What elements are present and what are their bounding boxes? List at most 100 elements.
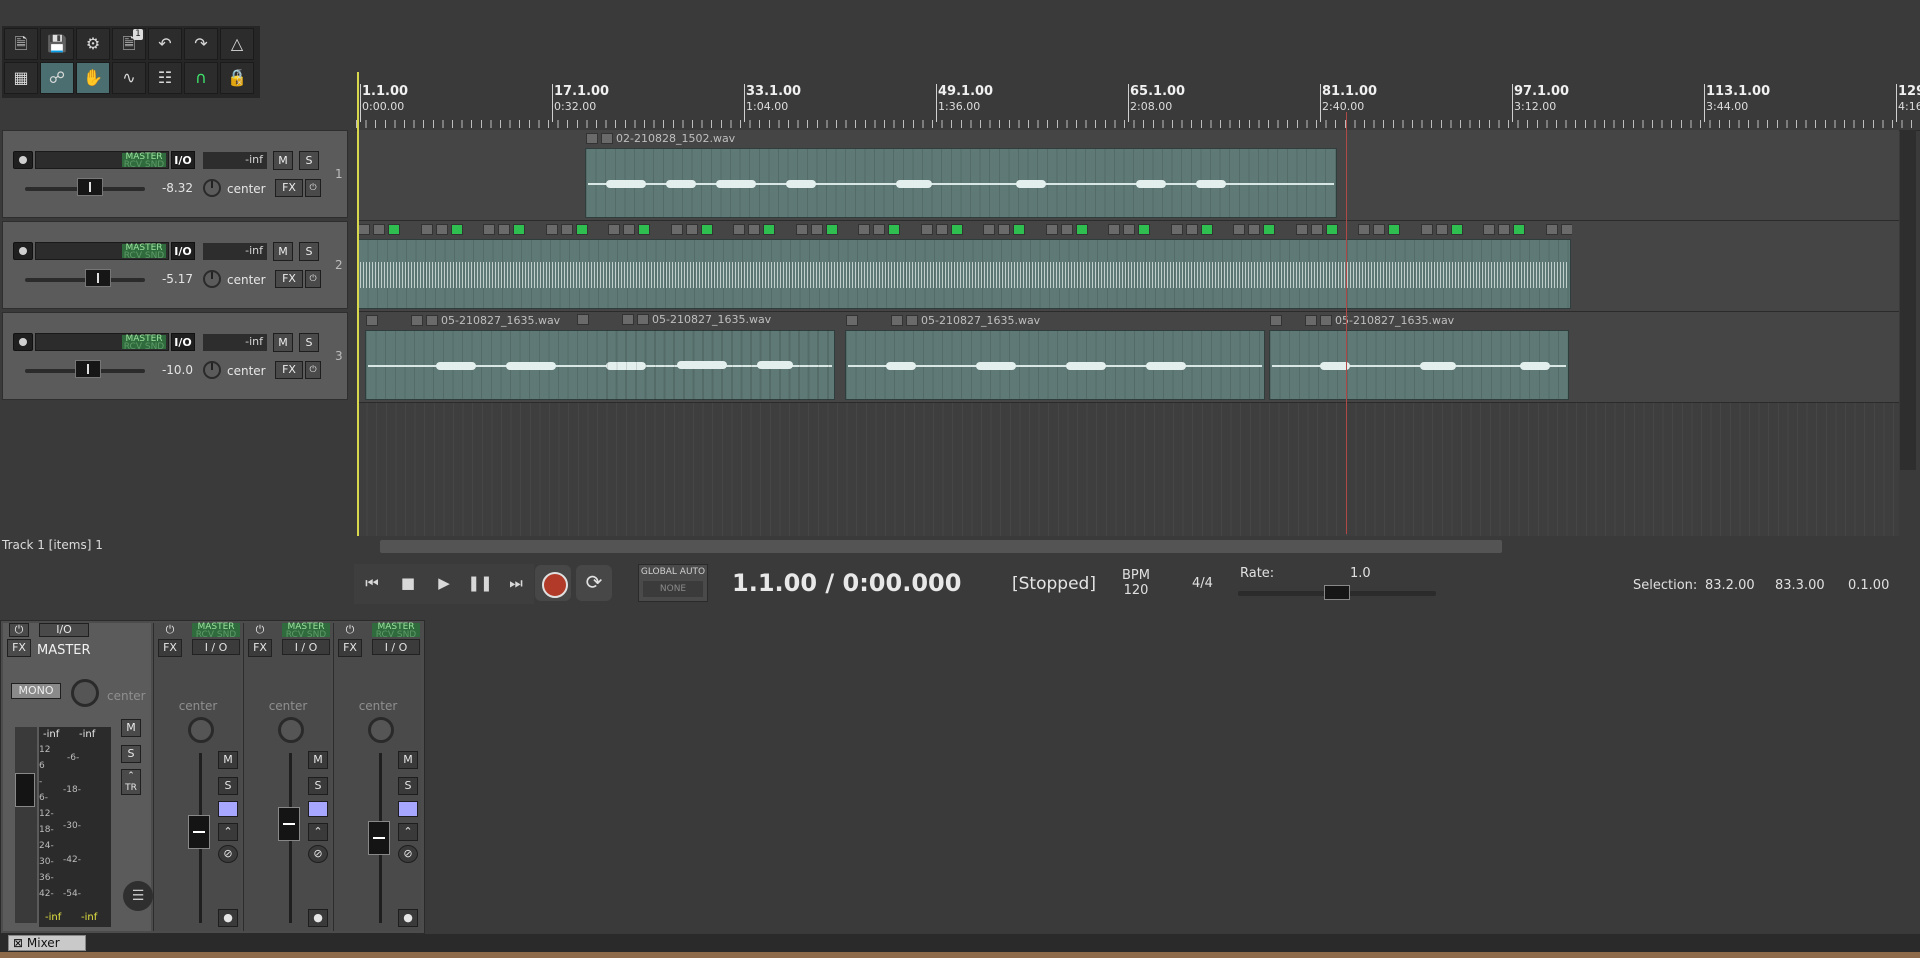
repeat-icon[interactable]: ⟳ [576,565,612,601]
notes-icon[interactable] [1320,315,1332,326]
io-button[interactable]: I/O [171,242,195,260]
track-panel-1[interactable]: MASTER RCV SND I/O -inf M S -8.32 center … [2,130,348,218]
notes-icon[interactable] [998,224,1010,235]
vertical-scrollbar[interactable] [1900,130,1916,470]
lock-icon[interactable] [586,133,598,144]
lock-icon[interactable] [358,224,370,235]
strip-route-label[interactable]: MASTER RCV SND [192,623,240,640]
track-panel-3[interactable]: MASTER RCV SND I/O -inf M S -10.0 center … [2,312,348,400]
volume-fader[interactable] [85,269,111,287]
volume-fader[interactable] [75,360,101,378]
notes-icon[interactable] [1060,224,1073,235]
strip-fx-button[interactable]: FX [338,639,362,657]
lock-icon[interactable]: 🔒 LOCK [220,62,254,94]
selection-length[interactable]: 0.1.00 [1848,578,1889,593]
envelope-points-icon[interactable]: ✋ [76,62,110,94]
lock-icon[interactable] [846,315,858,326]
strip-route-label[interactable]: MASTER RCV SND [282,623,330,640]
fx-active-icon[interactable] [513,224,525,235]
lock-icon[interactable] [1295,224,1308,235]
fx-active-icon[interactable] [388,224,400,235]
lock-icon[interactable] [1545,224,1558,235]
notes-icon[interactable] [1498,224,1510,235]
item-grouping-icon[interactable]: ☍ [40,62,74,94]
fx-active-icon[interactable] [1263,224,1275,235]
fx-power-icon[interactable]: ⏻ [305,270,321,288]
fx-active-icon[interactable] [1200,224,1213,235]
strip-fader[interactable] [368,821,390,855]
record-arm-button[interactable] [13,242,33,260]
fx-active-icon[interactable] [888,224,900,235]
notes-icon[interactable] [1373,224,1385,235]
mixer-options-icon[interactable]: ☰ [123,881,153,911]
notes-icon[interactable] [1123,224,1135,235]
strip-solo-button[interactable]: S [398,777,418,795]
fx-power-icon[interactable]: ⏻ [305,361,321,379]
lock-icon[interactable] [1483,224,1495,235]
lock-icon[interactable] [1420,224,1433,235]
solo-button[interactable]: S [299,242,319,261]
notes-icon[interactable] [1248,224,1260,235]
strip-mute-button[interactable]: M [308,751,328,769]
undo-icon[interactable]: ↶ [148,28,182,60]
notes-icon[interactable] [1310,224,1323,235]
fx-active-icon[interactable] [450,224,463,235]
play-icon[interactable]: ▶ [426,564,462,604]
io-button[interactable]: I/O [171,151,195,169]
lock-icon[interactable] [483,224,495,235]
media-item[interactable]: 05-210827_1635.wav [1269,314,1569,400]
strip-mute-button[interactable]: M [218,751,238,769]
fx-active-icon[interactable] [638,224,650,235]
undo-history-icon[interactable]: 🗎 1 [112,28,146,60]
strip-io-button[interactable]: I / O [372,639,420,655]
close-icon[interactable]: ⊠ [13,936,23,950]
record-arm-button[interactable] [13,333,33,351]
master-pan-knob[interactable] [71,679,99,707]
mute-button[interactable]: M [273,333,293,352]
lock-icon[interactable] [420,224,433,235]
notes-icon[interactable] [1560,224,1572,235]
notes-icon[interactable] [1435,224,1448,235]
time-position[interactable]: 1.1.00 / 0:00.000 [732,569,961,597]
fx-button[interactable]: FX [275,361,303,379]
ripple-edit-icon[interactable]: ▦ [4,62,38,94]
strip-pan-knob[interactable] [188,717,214,743]
phase-icon[interactable]: ⊘ [398,845,418,863]
media-item[interactable]: 05-210827_1635.wav [845,314,1265,400]
track-name-field[interactable]: MASTER RCV SND [35,151,169,170]
mute-button[interactable]: M [273,242,293,261]
go-to-end-icon[interactable]: ⏭ [498,564,534,604]
lock-icon[interactable] [545,224,558,235]
track-panel-2[interactable]: MASTER RCV SND I/O -inf M S -5.17 center … [2,221,348,309]
master-fx-button[interactable]: FX [7,639,31,657]
notes-icon[interactable] [373,224,385,235]
fx-active-icon[interactable] [763,224,775,235]
track-name-field[interactable]: MASTER RCV SND [35,242,169,261]
notes-icon[interactable] [906,315,918,326]
media-item[interactable] [357,224,1572,309]
strip-solo-button[interactable]: S [218,777,238,795]
lock-icon[interactable] [1045,224,1058,235]
rate-slider-knob[interactable] [1324,585,1350,600]
mute-button[interactable]: M [273,151,293,170]
media-item[interactable]: 05-210827_1635.wav [577,313,837,400]
grid-icon[interactable]: ☷ [148,62,182,94]
strip-fader[interactable] [188,815,210,849]
master-io-button[interactable]: I/O [39,623,89,637]
lock-icon[interactable] [670,224,683,235]
route-label[interactable]: MASTER RCV SND [122,153,166,170]
notes-icon[interactable] [560,224,573,235]
go-to-start-icon[interactable]: ⏮ [354,564,390,604]
lock-icon[interactable] [858,224,870,235]
horizontal-scrollbar[interactable] [380,540,1502,553]
lock-icon[interactable] [577,314,589,325]
fx-button[interactable]: FX [275,179,303,197]
strip-color-swatch[interactable] [218,801,238,817]
mono-button[interactable]: MONO [11,683,61,699]
fx-power-icon[interactable]: ⏻ [305,179,321,197]
power-icon[interactable]: ⏻ [9,623,29,637]
pan-knob[interactable] [203,270,221,288]
fx-active-icon[interactable] [1138,224,1150,235]
solo-button[interactable]: S [299,333,319,352]
strip-io-button[interactable]: I / O [192,639,240,655]
